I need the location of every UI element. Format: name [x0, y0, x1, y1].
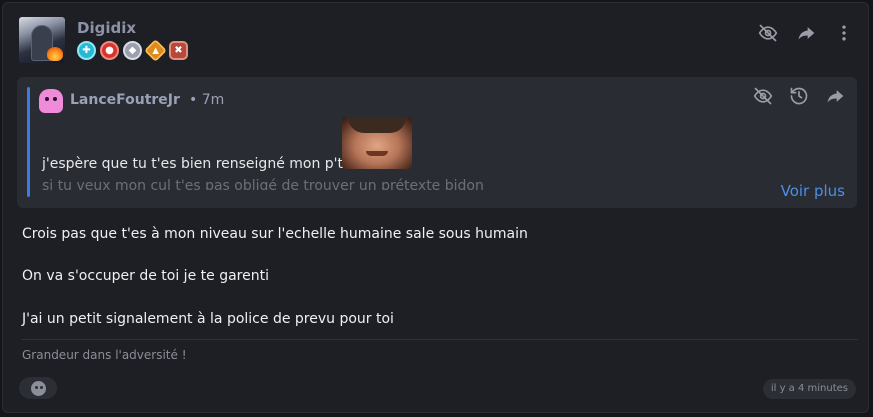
quote-author-name[interactable]: LanceFoutreJr: [70, 92, 180, 108]
badge-silver-icon[interactable]: ◆: [123, 41, 142, 60]
badge-row: ✚ ● ◆ ▲ ✖: [77, 39, 188, 62]
message-paragraph: J'ai un petit signalement à la police de…: [22, 311, 394, 327]
add-reaction-button[interactable]: [19, 377, 57, 399]
quoted-message: LanceFoutreJr • 7m j'espère que tu t'es …: [17, 77, 857, 208]
sticker-image: [342, 117, 412, 169]
hide-icon[interactable]: [753, 86, 773, 106]
quote-avatar-eye: [45, 97, 49, 101]
avatar[interactable]: [19, 17, 65, 63]
quote-accent-bar: [27, 87, 30, 197]
message-paragraph: Crois pas que t'es à mon niveau sur l'ec…: [22, 226, 528, 242]
quote-avatar[interactable]: [39, 89, 63, 113]
badge-rust-icon[interactable]: ✖: [169, 41, 188, 60]
see-more-link[interactable]: Voir plus: [781, 182, 845, 200]
post-header: Digidix ✚ ● ◆ ▲ ✖: [19, 17, 854, 67]
sticker-mouth: [366, 151, 388, 156]
share-icon[interactable]: [825, 86, 845, 106]
badge-cyan-icon[interactable]: ✚: [77, 41, 96, 60]
hide-icon[interactable]: [758, 23, 778, 43]
quote-text-line: j'espère que tu t'es bien renseigné mon …: [42, 156, 353, 172]
author-name[interactable]: Digidix: [77, 19, 136, 37]
quote-text-faded: si tu veux mon cul t'es pas obligé de tr…: [42, 178, 484, 190]
message-paragraph: On va s'occuper de toi je te garenti: [22, 268, 269, 284]
quote-actions: [753, 86, 845, 106]
post-card: Digidix ✚ ● ◆ ▲ ✖ LanceFoutreJr • 7m j'e…: [2, 2, 869, 413]
more-vertical-icon[interactable]: [834, 23, 854, 43]
quote-avatar-eye: [53, 97, 57, 101]
divider: [21, 339, 858, 340]
badge-orange-icon[interactable]: ▲: [144, 39, 167, 62]
sticker-hair: [348, 117, 406, 133]
signature: Grandeur dans l'adversité !: [22, 348, 187, 362]
history-icon[interactable]: [789, 86, 809, 106]
badge-red-icon[interactable]: ●: [100, 41, 119, 60]
quote-time: • 7m: [189, 92, 225, 108]
avatar-fire: [47, 47, 63, 61]
share-icon[interactable]: [796, 23, 816, 43]
post-actions: [758, 23, 854, 43]
emoji-icon: [30, 380, 46, 396]
post-timestamp: il y a 4 minutes: [762, 379, 856, 399]
